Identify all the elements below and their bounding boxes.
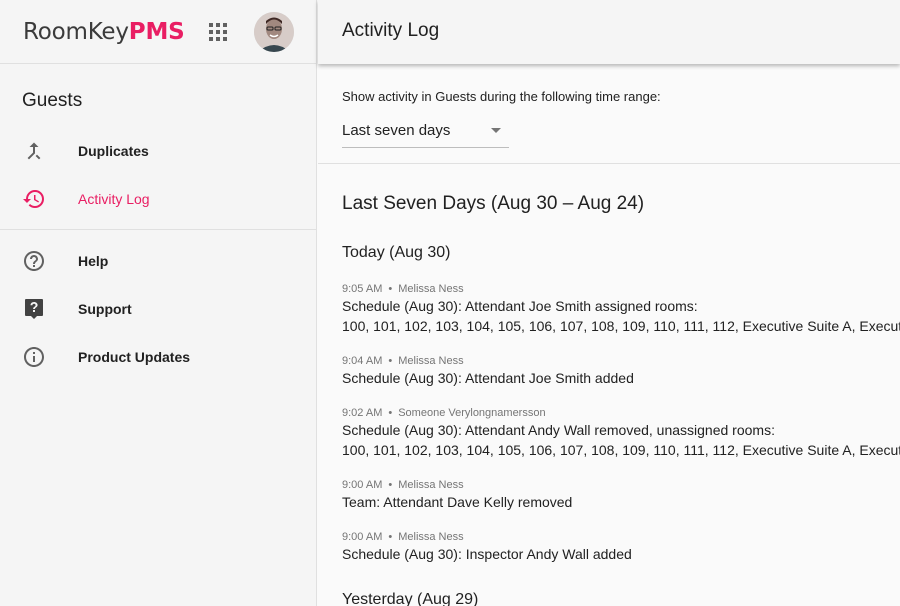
merge-icon xyxy=(22,139,46,163)
separator-dot: • xyxy=(388,355,393,367)
sidebar-item-activity-log[interactable]: Activity Log xyxy=(0,177,316,221)
page-title: Activity Log xyxy=(342,20,440,41)
page-header: Activity Log xyxy=(318,0,900,64)
sidebar-item-help[interactable]: Help xyxy=(0,239,316,283)
entry-text: Schedule (Aug 30): Attendant Andy Wall r… xyxy=(342,422,775,438)
support-question-icon xyxy=(22,297,46,321)
help-circle-icon xyxy=(22,249,46,273)
entry-user: Melissa Ness xyxy=(398,355,464,367)
app-logo[interactable]: RoomKeyPMS xyxy=(23,18,185,46)
entry-time: 9:00 AM xyxy=(342,531,383,543)
separator-dot: • xyxy=(388,531,393,543)
separator-dot: • xyxy=(388,407,393,419)
entry-user: Someone Verylongnamersson xyxy=(398,407,546,419)
log-entry: 9:05 AM • Melissa Ness Schedule (Aug 30): … xyxy=(342,282,900,336)
sidebar-item-label: Product Updates xyxy=(78,349,191,365)
time-range-filter: Show activity in Guests during the follo… xyxy=(318,64,900,164)
entry-text: Schedule (Aug 30): Attendant Joe Smith a… xyxy=(342,370,634,386)
entry-text: 100, 101, 102, 103, 104, 105, 106, 107, … xyxy=(342,442,900,458)
filter-label: Show activity in Guests during the follo… xyxy=(342,89,661,104)
entry-user: Melissa Ness xyxy=(398,479,464,491)
entry-time: 9:04 AM xyxy=(342,355,383,367)
log-entry: 9:00 AM • Melissa Ness Schedule (Aug 30): … xyxy=(342,530,632,564)
day-heading: Yesterday (Aug 29) xyxy=(342,591,479,606)
range-title: Last Seven Days (Aug 30 – Aug 24) xyxy=(342,193,645,214)
entry-user: Melissa Ness xyxy=(398,283,464,295)
entry-text: Team: Attendant Dave Kelly removed xyxy=(342,494,573,510)
sidebar-item-support[interactable]: Support xyxy=(0,287,316,331)
sidebar-item-label: Activity Log xyxy=(78,191,150,207)
log-entry: 9:00 AM • Melissa Ness Team: Attendant Dav… xyxy=(342,478,572,512)
sidebar-item-duplicates[interactable]: Duplicates xyxy=(0,129,316,173)
sidebar-item-label: Duplicates xyxy=(78,143,149,159)
entry-time: 9:02 AM xyxy=(342,407,383,419)
time-range-value: Last seven days xyxy=(342,122,451,139)
entry-user: Melissa Ness xyxy=(398,531,464,543)
history-icon xyxy=(22,187,46,211)
log-entry: 9:04 AM • Melissa Ness Schedule (Aug 30): … xyxy=(342,354,634,388)
info-icon xyxy=(22,345,46,369)
brand-bar: RoomKeyPMS xyxy=(0,0,316,64)
entry-time: 9:05 AM xyxy=(342,283,383,295)
entry-text: 100, 101, 102, 103, 104, 105, 106, 107, … xyxy=(342,318,900,334)
separator-dot: • xyxy=(388,479,393,491)
section-title: Guests xyxy=(22,90,83,111)
entry-time: 9:00 AM xyxy=(342,479,383,491)
time-range-select[interactable]: Last seven days xyxy=(342,116,509,148)
log-entry: 9:02 AM • Someone Verylongnamersson Schedu… xyxy=(342,406,900,460)
sidebar-item-label: Support xyxy=(78,301,132,317)
sidebar: RoomKeyPMS Guests Duplicates Activity Lo… xyxy=(0,0,317,606)
activity-log-list[interactable]: Last Seven Days (Aug 30 – Aug 24) Today … xyxy=(318,165,900,606)
apps-grid-icon[interactable] xyxy=(203,17,233,47)
separator-dot: • xyxy=(388,283,393,295)
dropdown-arrow-icon xyxy=(491,128,501,133)
sidebar-item-label: Help xyxy=(78,253,109,269)
entry-text: Schedule (Aug 30): Attendant Joe Smith a… xyxy=(342,298,698,314)
day-heading: Today (Aug 30) xyxy=(342,244,451,261)
sidebar-divider xyxy=(0,229,316,230)
entry-text: Schedule (Aug 30): Inspector Andy Wall a… xyxy=(342,546,632,562)
sidebar-item-product-updates[interactable]: Product Updates xyxy=(0,335,316,379)
avatar[interactable] xyxy=(254,12,294,52)
